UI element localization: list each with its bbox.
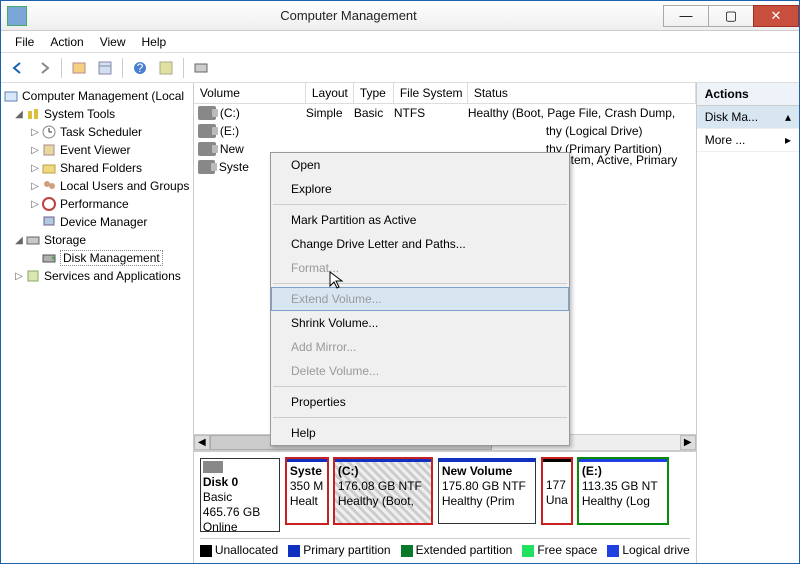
partition-c[interactable]: (C:)176.08 GB NTFHealthy (Boot, <box>334 458 432 524</box>
toolbar-icon-4[interactable] <box>190 57 212 79</box>
tree-diskmanagement[interactable]: Disk Management <box>3 249 191 267</box>
window-title: Computer Management <box>33 8 664 23</box>
ctx-mark-active[interactable]: Mark Partition as Active <box>271 208 569 232</box>
ctx-shrink-volume[interactable]: Shrink Volume... <box>271 311 569 335</box>
disk-info[interactable]: Disk 0 Basic 465.76 GB Online <box>200 458 280 532</box>
scroll-right-icon[interactable]: ▶ <box>680 435 696 450</box>
tree-localusers[interactable]: ▷Local Users and Groups <box>3 177 191 195</box>
ctx-delete-volume: Delete Volume... <box>271 359 569 383</box>
drive-icon <box>198 142 216 156</box>
toolbar-icon-3[interactable] <box>155 57 177 79</box>
table-row[interactable]: (C:)SimpleBasicNTFSHealthy (Boot, Page F… <box>194 104 696 122</box>
close-button[interactable]: ✕ <box>753 5 799 27</box>
app-icon <box>7 6 27 26</box>
col-type[interactable]: Type <box>354 83 394 103</box>
chevron-right-icon: ▸ <box>785 133 791 147</box>
col-filesystem[interactable]: File System <box>394 83 468 103</box>
drive-icon <box>198 124 216 138</box>
ctx-add-mirror: Add Mirror... <box>271 335 569 359</box>
ctx-extend-volume: Extend Volume... <box>271 287 569 311</box>
table-header: Volume Layout Type File System Status <box>194 83 696 104</box>
actions-diskmanagement[interactable]: Disk Ma...▴ <box>697 106 799 129</box>
menubar: File Action View Help <box>1 31 799 53</box>
drive-icon <box>198 160 215 174</box>
svg-text:?: ? <box>137 61 144 75</box>
minimize-button[interactable]: — <box>663 5 709 27</box>
tree-eventviewer[interactable]: ▷Event Viewer <box>3 141 191 159</box>
menu-file[interactable]: File <box>7 33 42 51</box>
tree-storage[interactable]: ◢Storage <box>3 231 191 249</box>
toolbar: ? <box>1 53 799 83</box>
col-layout[interactable]: Layout <box>306 83 354 103</box>
tree-services[interactable]: ▷Services and Applications <box>3 267 191 285</box>
disk-pane: Disk 0 Basic 465.76 GB Online Syste350 M… <box>194 450 696 563</box>
drive-icon <box>198 106 216 120</box>
context-menu: Open Explore Mark Partition as Active Ch… <box>270 152 570 446</box>
partition-newvolume[interactable]: New Volume175.80 GB NTFHealthy (Prim <box>438 458 536 524</box>
disk-icon <box>203 461 223 473</box>
ctx-change-drive-letter[interactable]: Change Drive Letter and Paths... <box>271 232 569 256</box>
ctx-explore[interactable]: Explore <box>271 177 569 201</box>
legend-swatch-unallocated <box>200 545 212 557</box>
ctx-open[interactable]: Open <box>271 153 569 177</box>
ctx-format: Format... <box>271 256 569 280</box>
legend-swatch-primary <box>288 545 300 557</box>
back-button[interactable] <box>7 57 29 79</box>
menu-help[interactable]: Help <box>134 33 175 51</box>
titlebar: Computer Management — ▢ ✕ <box>1 1 799 31</box>
ctx-properties[interactable]: Properties <box>271 390 569 414</box>
col-status[interactable]: Status <box>468 83 696 103</box>
menu-view[interactable]: View <box>92 33 134 51</box>
col-volume[interactable]: Volume <box>194 83 306 103</box>
partition-unallocated[interactable]: 177Una <box>542 458 572 524</box>
legend-swatch-logical <box>607 545 619 557</box>
menu-action[interactable]: Action <box>42 33 91 51</box>
tree-devicemanager[interactable]: Device Manager <box>3 213 191 231</box>
tree-taskscheduler[interactable]: ▷Task Scheduler <box>3 123 191 141</box>
actions-header: Actions <box>697 83 799 106</box>
partition-system[interactable]: Syste350 MHealt <box>286 458 328 524</box>
table-row[interactable]: (E:)thy (Logical Drive) <box>194 122 696 140</box>
partition-e[interactable]: (E:)113.35 GB NTHealthy (Log <box>578 458 668 524</box>
actions-pane: Actions Disk Ma...▴ More ...▸ <box>697 83 799 563</box>
tree-performance[interactable]: ▷Performance <box>3 195 191 213</box>
tree-root[interactable]: Computer Management (Local <box>3 87 191 105</box>
tree-pane: Computer Management (Local ◢System Tools… <box>1 83 194 563</box>
scroll-left-icon[interactable]: ◀ <box>194 435 210 450</box>
tree-systemtools[interactable]: ◢System Tools <box>3 105 191 123</box>
legend: Unallocated Primary partition Extended p… <box>200 538 690 557</box>
legend-swatch-free <box>522 545 534 557</box>
maximize-button[interactable]: ▢ <box>708 5 754 27</box>
forward-button[interactable] <box>33 57 55 79</box>
ctx-help[interactable]: Help <box>271 421 569 445</box>
actions-more[interactable]: More ...▸ <box>697 129 799 152</box>
help-icon[interactable]: ? <box>129 57 151 79</box>
legend-swatch-extended <box>401 545 413 557</box>
toolbar-icon-2[interactable] <box>94 57 116 79</box>
tree-sharedfolders[interactable]: ▷Shared Folders <box>3 159 191 177</box>
toolbar-icon-1[interactable] <box>68 57 90 79</box>
chevron-up-icon: ▴ <box>785 110 791 124</box>
